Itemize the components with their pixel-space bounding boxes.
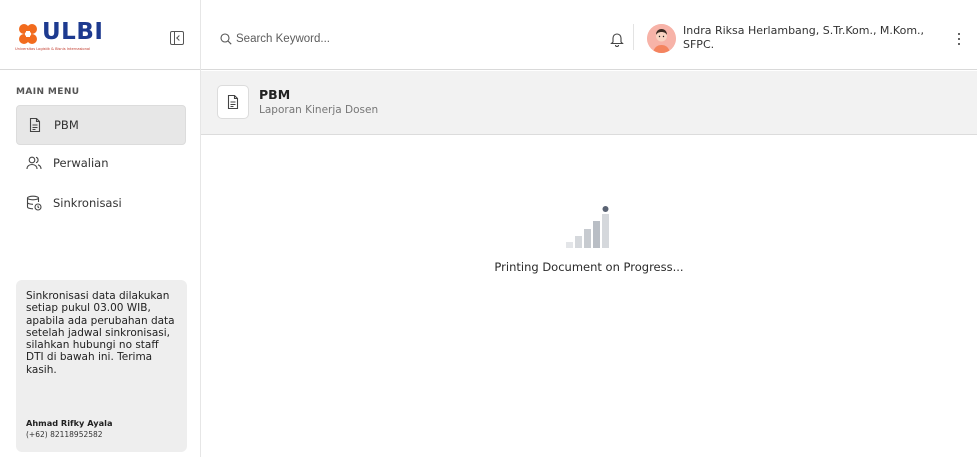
- page-header: PBM Laporan Kinerja Dosen: [201, 71, 977, 135]
- sidebar-item-pbm[interactable]: PBM: [16, 105, 186, 145]
- brand: ULBI Universitas Logistik & Bisnis Inter…: [0, 0, 200, 70]
- sidebar-item-label: Sinkronisasi: [53, 196, 122, 210]
- sidebar-item-perwalian[interactable]: Perwalian: [16, 143, 186, 183]
- user-name[interactable]: Indra Riksa Herlambang, S.Tr.Kom., M.Kom…: [683, 24, 943, 52]
- sidebar-item-label: Perwalian: [53, 156, 109, 170]
- brand-tagline: Universitas Logistik & Bisnis Internasio…: [15, 47, 91, 51]
- sidebar-item-sinkronisasi[interactable]: Sinkronisasi: [16, 183, 186, 223]
- loading-bars-icon: [566, 206, 609, 248]
- page-subtitle: Laporan Kinerja Dosen: [259, 104, 379, 116]
- sync-info-card: Sinkronisasi data dilakukan setiap pukul…: [16, 280, 187, 452]
- main-content: Printing Document on Progress...: [201, 136, 977, 457]
- page-header-icon-box: [217, 85, 249, 119]
- page-title: PBM: [259, 87, 291, 102]
- search-icon: [220, 33, 232, 45]
- sidebar: ULBI Universitas Logistik & Bisnis Inter…: [0, 0, 201, 457]
- topbar-divider: [633, 24, 634, 50]
- database-sync-icon: [26, 195, 42, 211]
- sidebar-item-label: PBM: [54, 118, 79, 132]
- ulbi-logo-icon: [19, 24, 37, 44]
- brand-name: ULBI: [42, 19, 104, 45]
- search-input[interactable]: [236, 30, 536, 48]
- more-options-icon[interactable]: [957, 33, 961, 47]
- users-icon: [26, 156, 42, 170]
- contact-name: Ahmad Rifky Ayala: [26, 418, 113, 428]
- contact-phone: (+62) 82118952582: [26, 430, 103, 439]
- document-icon: [227, 94, 239, 110]
- document-icon: [29, 117, 41, 133]
- sync-info-text: Sinkronisasi data dilakukan setiap pukul…: [26, 290, 175, 376]
- printing-status-text: Printing Document on Progress...: [494, 260, 684, 274]
- menu-title: MAIN MENU: [16, 87, 80, 97]
- topbar: Indra Riksa Herlambang, S.Tr.Kom., M.Kom…: [201, 0, 977, 70]
- avatar[interactable]: [647, 24, 676, 53]
- bell-icon[interactable]: [610, 31, 624, 47]
- sidebar-collapse-icon[interactable]: [170, 31, 184, 45]
